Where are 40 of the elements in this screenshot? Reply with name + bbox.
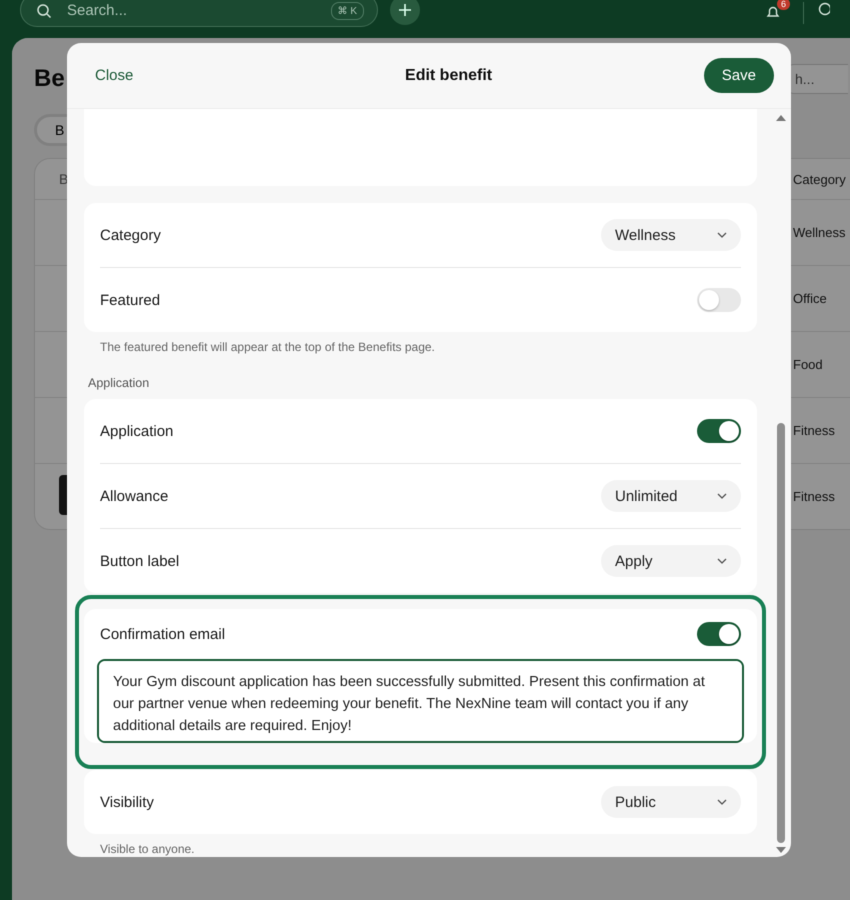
dropdown[interactable]: Unlimited bbox=[601, 480, 741, 512]
field-label: Application bbox=[100, 422, 174, 440]
column-header: B bbox=[58, 171, 70, 187]
field-label: Allowance bbox=[100, 488, 168, 504]
chevron-down-icon bbox=[717, 232, 727, 238]
plus-icon bbox=[398, 3, 412, 17]
field-label: Visibility bbox=[100, 794, 154, 810]
email-text-field[interactable]: Your Gym discount application has been successfully submitted. Present this confirmation at our partner venue when redeeming your benefit. The NexNine team will contact you if any additional details are required. Enjoy! bbox=[97, 659, 744, 743]
hint-text: Visible to anyone. bbox=[100, 842, 196, 856]
table-cell: Fitness bbox=[793, 423, 835, 438]
field-label: Button label bbox=[100, 552, 180, 570]
toggle-switch[interactable] bbox=[697, 622, 741, 646]
table-cell: Food bbox=[793, 357, 823, 372]
dropdown[interactable]: Apply bbox=[601, 545, 741, 577]
page-title: Be bbox=[34, 65, 65, 93]
table-cell: Wellness bbox=[793, 225, 846, 240]
search-icon bbox=[36, 3, 52, 19]
toggle-switch[interactable] bbox=[697, 288, 741, 312]
chevron-down-icon bbox=[717, 558, 727, 564]
dialog-title: Edit benefit bbox=[405, 66, 492, 84]
table-cell: Office bbox=[793, 291, 827, 306]
field-label: Category bbox=[100, 226, 161, 244]
scroll-down-icon[interactable] bbox=[776, 847, 786, 853]
save-button[interactable]: Save bbox=[704, 58, 774, 93]
shortcut-hint: ⌘ K bbox=[330, 2, 364, 20]
chevron-down-icon bbox=[717, 493, 727, 499]
dropdown[interactable]: Public bbox=[601, 786, 741, 818]
toggle-switch[interactable] bbox=[697, 419, 741, 443]
table-cell: Fitness bbox=[793, 489, 835, 504]
hint-text: The featured benefit will appear at the top of the Benefits page. bbox=[100, 340, 436, 354]
column-header: Category bbox=[793, 172, 846, 186]
dropdown[interactable]: Wellness bbox=[601, 219, 741, 251]
field-label: Confirmation email bbox=[100, 626, 226, 642]
chevron-down-icon bbox=[717, 799, 727, 805]
section-label: Application bbox=[88, 376, 150, 390]
add-button[interactable] bbox=[390, 0, 420, 25]
scroll-up-icon[interactable] bbox=[776, 115, 786, 121]
close-button[interactable]: Close bbox=[95, 67, 134, 84]
field-label: Featured bbox=[100, 292, 160, 308]
notification-badge: 6 bbox=[776, 0, 790, 10]
